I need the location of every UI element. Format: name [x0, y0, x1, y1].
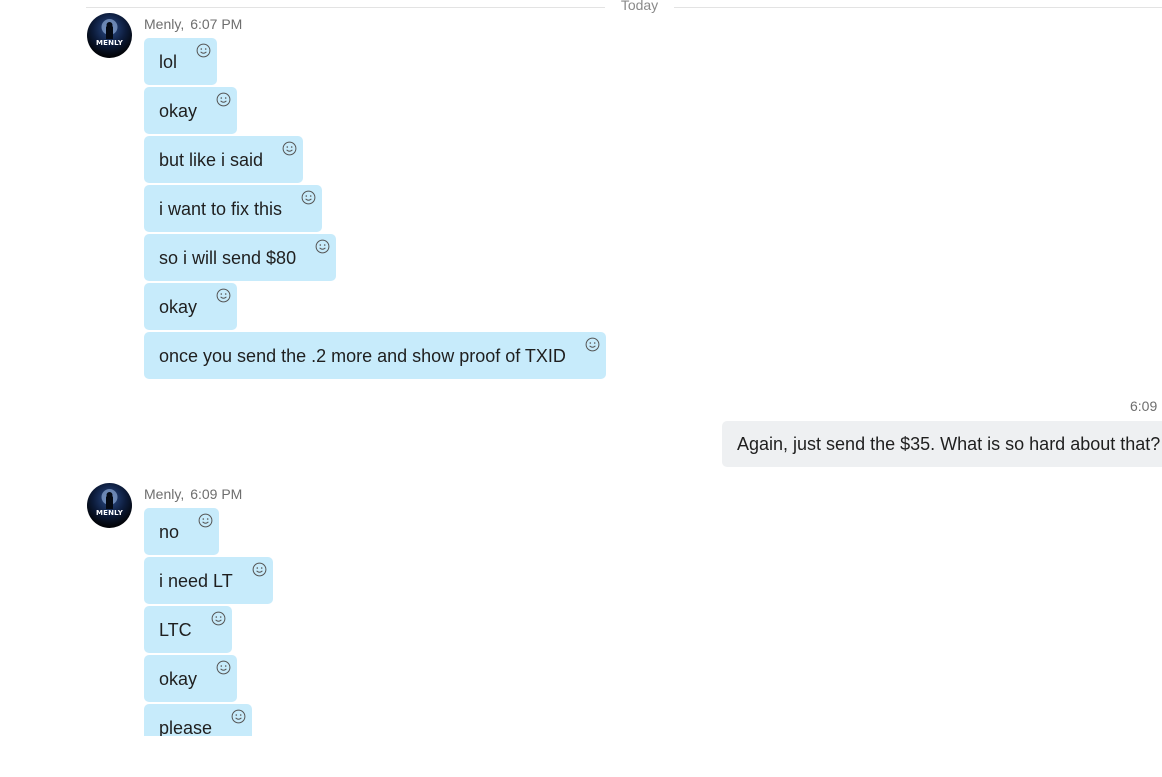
message-bubble[interactable]: LTC — [144, 606, 232, 653]
smiley-face-icon[interactable] — [282, 141, 297, 156]
message-bubble[interactable]: okay — [144, 283, 238, 330]
message-time: 6:09 PM — [190, 486, 243, 502]
smiley-face-icon[interactable] — [252, 562, 267, 577]
smiley-face-icon[interactable] — [198, 513, 213, 528]
chat-viewport: Today MENLY Menly, 6:07 PM lol okay but l… — [0, 0, 1162, 777]
message-bubble[interactable]: but like i said — [144, 136, 304, 183]
outgoing-message-time: 6:09 — [1130, 398, 1158, 414]
message-list[interactable]: Today MENLY Menly, 6:07 PM lol okay but l… — [0, 0, 1162, 736]
avatar-label: MENLY — [95, 509, 124, 517]
message-bubble[interactable]: no — [144, 508, 220, 555]
menly-avatar-icon — [101, 489, 118, 509]
smiley-face-icon[interactable] — [301, 190, 316, 205]
smiley-face-icon[interactable] — [211, 611, 226, 626]
smiley-face-icon[interactable] — [216, 660, 231, 675]
message-bubble[interactable]: so i will send $80 — [144, 234, 337, 281]
avatar-label: MENLY — [95, 39, 124, 47]
outgoing-message-bubble[interactable]: Again, just send the $35. What is so har… — [722, 421, 1162, 467]
message-text: okay — [159, 297, 198, 317]
message-bubble[interactable]: please — [144, 704, 253, 736]
smiley-face-icon[interactable] — [585, 337, 600, 352]
message-bubble[interactable]: okay — [144, 87, 238, 134]
message-text: no — [159, 522, 180, 542]
sender-avatar[interactable]: MENLY — [87, 13, 132, 58]
message-text: i want to fix this — [159, 199, 283, 219]
message-bubble[interactable]: i want to fix this — [144, 185, 323, 232]
message-text: so i will send $80 — [159, 248, 297, 268]
message-header: Menly, 6:09 PM — [144, 486, 243, 502]
sender-name: Menly — [144, 16, 181, 32]
smiley-face-icon[interactable] — [216, 288, 231, 303]
message-text: i need LT — [159, 571, 233, 591]
date-divider-line-left — [86, 7, 605, 8]
smiley-face-icon[interactable] — [196, 43, 211, 58]
message-time: 6:07 PM — [190, 16, 243, 32]
smiley-face-icon[interactable] — [216, 92, 231, 107]
message-text: LTC — [159, 620, 192, 640]
message-text: but like i said — [159, 150, 264, 170]
message-text: once you send the .2 more and show proof… — [159, 346, 566, 366]
message-bubble[interactable]: i need LT — [144, 557, 273, 604]
date-divider-label: Today — [620, 0, 659, 13]
message-bubble[interactable]: lol — [144, 38, 218, 85]
sender-name: Menly — [144, 486, 181, 502]
sender-avatar[interactable]: MENLY — [87, 483, 132, 528]
message-text: okay — [159, 669, 198, 689]
message-bubble[interactable]: once you send the .2 more and show proof… — [144, 332, 606, 379]
message-text: lol — [159, 52, 178, 72]
smiley-face-icon[interactable] — [315, 239, 330, 254]
message-text: okay — [159, 101, 198, 121]
message-text: please — [159, 718, 213, 736]
outgoing-message-text: Again, just send the $35. What is so har… — [737, 434, 1161, 454]
smiley-face-icon[interactable] — [231, 709, 246, 724]
message-bubble[interactable]: okay — [144, 655, 238, 702]
date-divider-line-right — [674, 7, 1162, 8]
message-header: Menly, 6:07 PM — [144, 16, 243, 32]
menly-avatar-icon — [101, 19, 118, 39]
